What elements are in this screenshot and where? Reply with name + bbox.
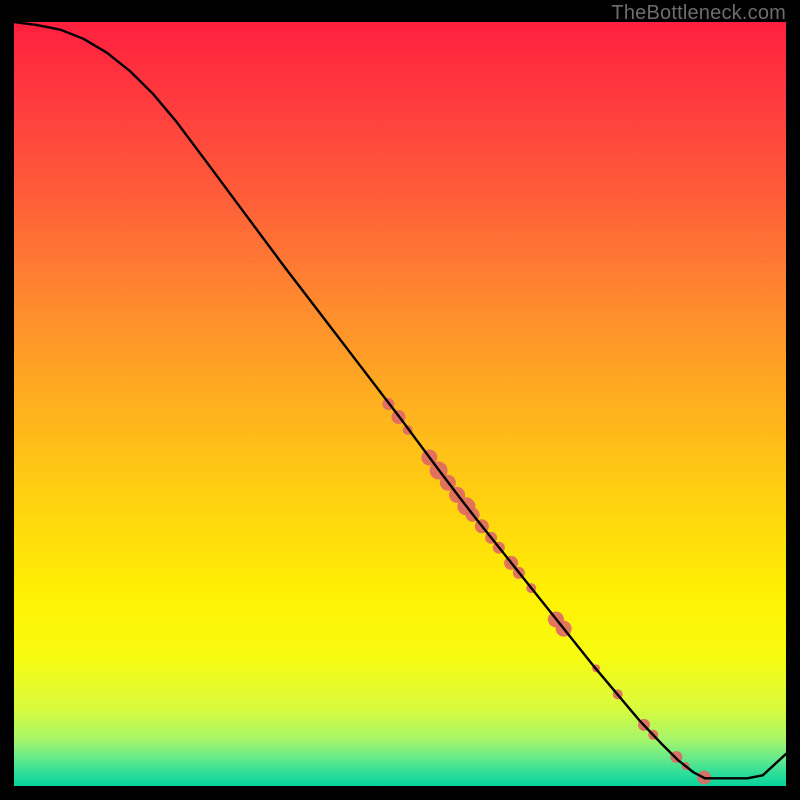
plot-area <box>14 22 786 786</box>
chart-svg <box>14 22 786 786</box>
chart-frame: TheBottleneck.com <box>0 0 800 800</box>
gradient-background <box>14 22 786 786</box>
